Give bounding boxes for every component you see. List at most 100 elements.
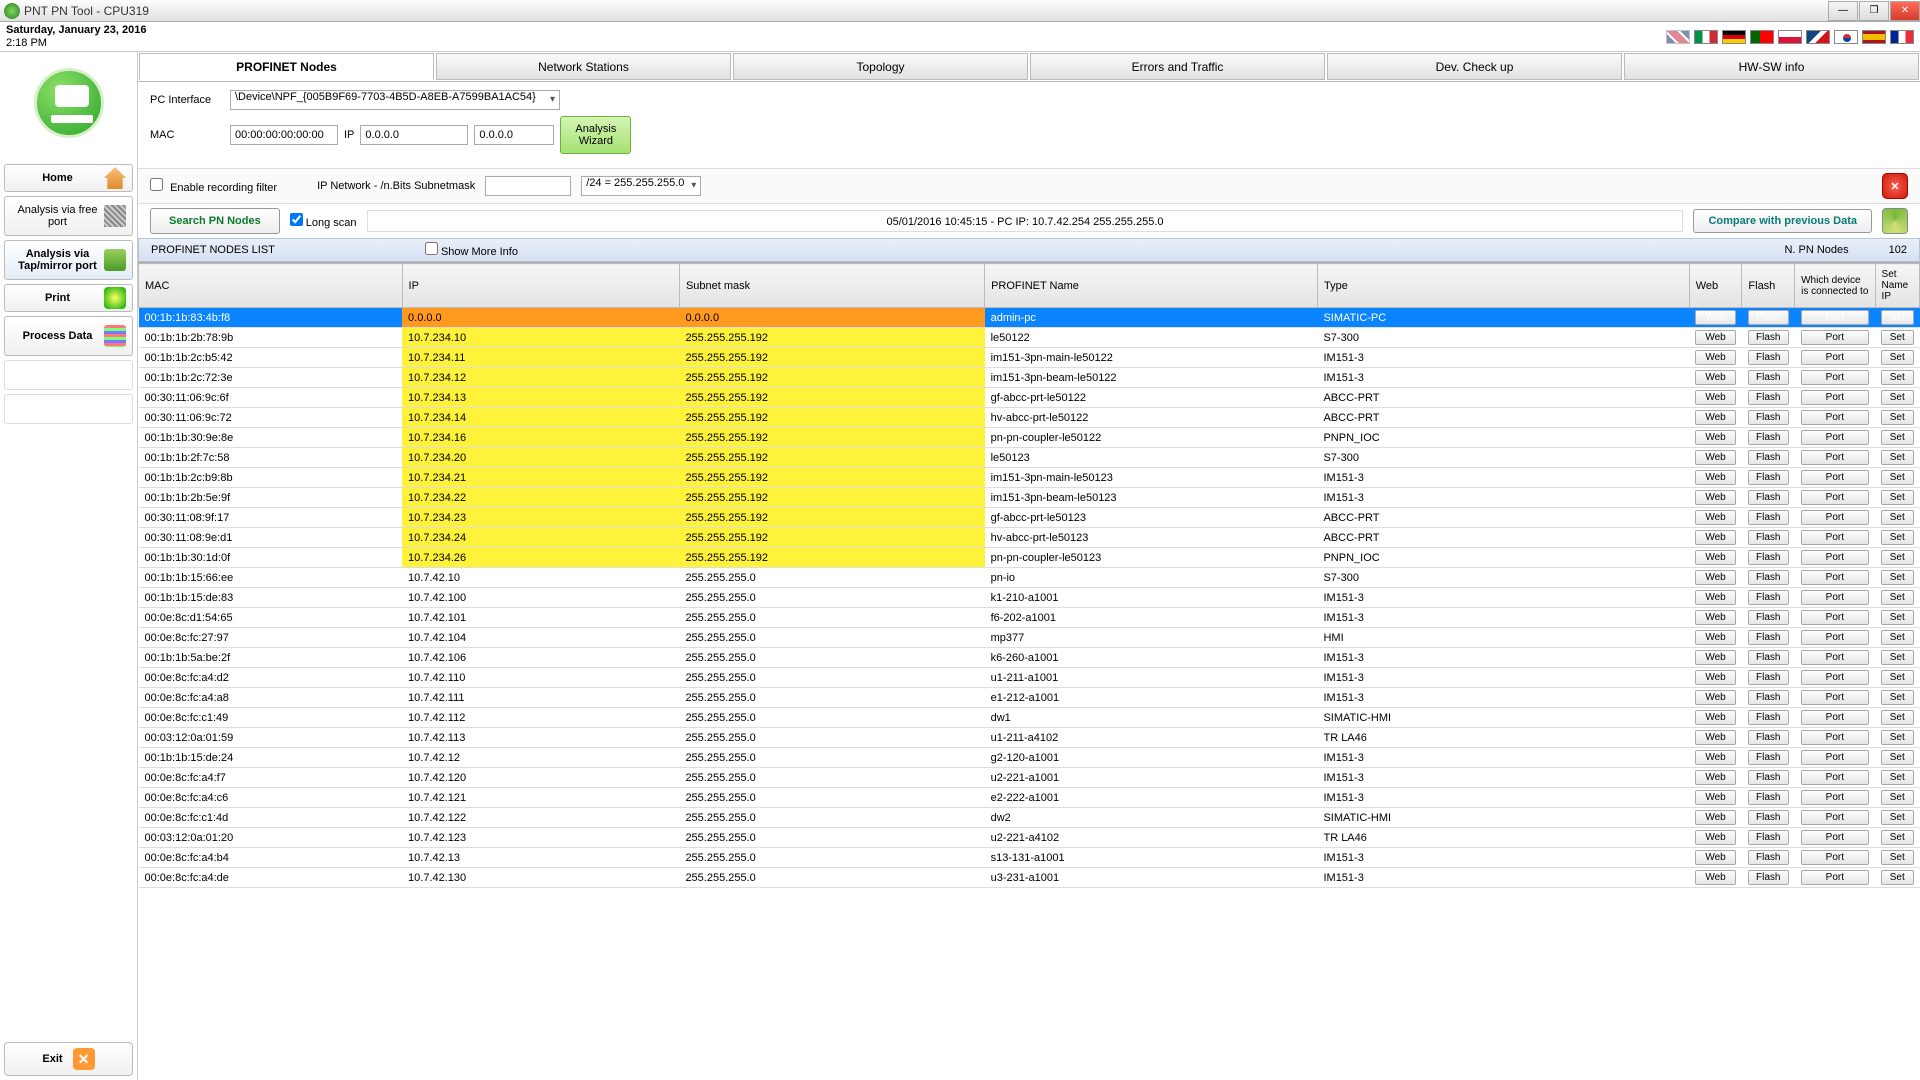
web-button[interactable]: Web bbox=[1695, 830, 1736, 845]
home-button[interactable]: Home bbox=[4, 164, 133, 192]
port-button[interactable]: Port bbox=[1801, 590, 1869, 605]
analysis-free-port-button[interactable]: Analysis via free port bbox=[4, 196, 133, 236]
port-button[interactable]: Port bbox=[1801, 770, 1869, 785]
web-button[interactable]: Web bbox=[1695, 310, 1736, 325]
tab-hw-sw-info[interactable]: HW-SW info bbox=[1624, 53, 1919, 80]
table-row[interactable]: 00:0e:8c:fc:c1:4d10.7.42.122255.255.255.… bbox=[139, 808, 1920, 828]
table-row[interactable]: 00:1b:1b:30:1d:0f10.7.234.26255.255.255.… bbox=[139, 548, 1920, 568]
flag-fr-icon[interactable] bbox=[1890, 30, 1914, 44]
refresh-icon[interactable] bbox=[1882, 208, 1908, 234]
table-row[interactable]: 00:0e:8c:fc:a4:b410.7.42.13255.255.255.0… bbox=[139, 848, 1920, 868]
port-button[interactable]: Port bbox=[1801, 390, 1869, 405]
web-button[interactable]: Web bbox=[1695, 690, 1736, 705]
set-button[interactable]: Set bbox=[1881, 710, 1913, 725]
tab-dev-checkup[interactable]: Dev. Check up bbox=[1327, 53, 1622, 80]
port-button[interactable]: Port bbox=[1801, 470, 1869, 485]
table-row[interactable]: 00:0e:8c:fc:a4:f710.7.42.120255.255.255.… bbox=[139, 768, 1920, 788]
port-button[interactable]: Port bbox=[1801, 370, 1869, 385]
flash-button[interactable]: Flash bbox=[1748, 670, 1789, 685]
flash-button[interactable]: Flash bbox=[1748, 690, 1789, 705]
set-button[interactable]: Set bbox=[1881, 830, 1913, 845]
long-scan-checkbox[interactable]: Long scan bbox=[290, 213, 357, 229]
flag-pl-icon[interactable] bbox=[1778, 30, 1802, 44]
port-button[interactable]: Port bbox=[1801, 530, 1869, 545]
web-button[interactable]: Web bbox=[1695, 610, 1736, 625]
flash-button[interactable]: Flash bbox=[1748, 510, 1789, 525]
flash-button[interactable]: Flash bbox=[1748, 730, 1789, 745]
web-button[interactable]: Web bbox=[1695, 410, 1736, 425]
table-row[interactable]: 00:0e:8c:fc:c1:4910.7.42.112255.255.255.… bbox=[139, 708, 1920, 728]
table-row[interactable]: 00:1b:1b:30:9e:8e10.7.234.16255.255.255.… bbox=[139, 428, 1920, 448]
mac-input[interactable] bbox=[230, 125, 338, 145]
flash-button[interactable]: Flash bbox=[1748, 370, 1789, 385]
table-row[interactable]: 00:1b:1b:2c:b9:8b10.7.234.21255.255.255.… bbox=[139, 468, 1920, 488]
set-button[interactable]: Set bbox=[1881, 630, 1913, 645]
flag-cz-icon[interactable] bbox=[1806, 30, 1830, 44]
col-web[interactable]: Web bbox=[1689, 264, 1742, 308]
port-button[interactable]: Port bbox=[1801, 790, 1869, 805]
port-button[interactable]: Port bbox=[1801, 430, 1869, 445]
set-button[interactable]: Set bbox=[1881, 850, 1913, 865]
table-row[interactable]: 00:0e:8c:d1:54:6510.7.42.101255.255.255.… bbox=[139, 608, 1920, 628]
flash-button[interactable]: Flash bbox=[1748, 410, 1789, 425]
flag-de-icon[interactable] bbox=[1722, 30, 1746, 44]
web-button[interactable]: Web bbox=[1695, 490, 1736, 505]
set-button[interactable]: Set bbox=[1881, 670, 1913, 685]
table-row[interactable]: 00:0e:8c:fc:27:9710.7.42.104255.255.255.… bbox=[139, 628, 1920, 648]
port-button[interactable]: Port bbox=[1801, 450, 1869, 465]
web-button[interactable]: Web bbox=[1695, 730, 1736, 745]
flag-es-icon[interactable] bbox=[1862, 30, 1886, 44]
flash-button[interactable]: Flash bbox=[1748, 430, 1789, 445]
flag-uk-icon[interactable] bbox=[1666, 30, 1690, 44]
web-button[interactable]: Web bbox=[1695, 750, 1736, 765]
port-button[interactable]: Port bbox=[1801, 330, 1869, 345]
col-name[interactable]: PROFINET Name bbox=[985, 264, 1318, 308]
tab-network-stations[interactable]: Network Stations bbox=[436, 53, 731, 80]
tab-errors-traffic[interactable]: Errors and Traffic bbox=[1030, 53, 1325, 80]
flash-button[interactable]: Flash bbox=[1748, 550, 1789, 565]
web-button[interactable]: Web bbox=[1695, 570, 1736, 585]
port-button[interactable]: Port bbox=[1801, 310, 1869, 325]
flash-button[interactable]: Flash bbox=[1748, 830, 1789, 845]
search-pn-nodes-button[interactable]: Search PN Nodes bbox=[150, 208, 280, 234]
flash-button[interactable]: Flash bbox=[1748, 810, 1789, 825]
port-button[interactable]: Port bbox=[1801, 750, 1869, 765]
port-button[interactable]: Port bbox=[1801, 410, 1869, 425]
port-button[interactable]: Port bbox=[1801, 350, 1869, 365]
flash-button[interactable]: Flash bbox=[1748, 490, 1789, 505]
web-button[interactable]: Web bbox=[1695, 590, 1736, 605]
set-button[interactable]: Set bbox=[1881, 870, 1913, 885]
table-row[interactable]: 00:0e:8c:fc:a4:c610.7.42.121255.255.255.… bbox=[139, 788, 1920, 808]
web-button[interactable]: Web bbox=[1695, 630, 1736, 645]
table-row[interactable]: 00:0e:8c:fc:a4:d210.7.42.110255.255.255.… bbox=[139, 668, 1920, 688]
web-button[interactable]: Web bbox=[1695, 770, 1736, 785]
web-button[interactable]: Web bbox=[1695, 650, 1736, 665]
subnet-mask-select[interactable]: /24 = 255.255.255.0 bbox=[581, 176, 701, 196]
flag-kr-icon[interactable] bbox=[1834, 30, 1858, 44]
table-row[interactable]: 00:1b:1b:2c:b5:4210.7.234.11255.255.255.… bbox=[139, 348, 1920, 368]
tab-topology[interactable]: Topology bbox=[733, 53, 1028, 80]
port-button[interactable]: Port bbox=[1801, 490, 1869, 505]
set-button[interactable]: Set bbox=[1881, 690, 1913, 705]
table-row[interactable]: 00:0e:8c:fc:a4:de10.7.42.130255.255.255.… bbox=[139, 868, 1920, 888]
web-button[interactable]: Web bbox=[1695, 350, 1736, 365]
port-button[interactable]: Port bbox=[1801, 570, 1869, 585]
set-button[interactable]: Set bbox=[1881, 330, 1913, 345]
set-button[interactable]: Set bbox=[1881, 390, 1913, 405]
port-button[interactable]: Port bbox=[1801, 510, 1869, 525]
flash-button[interactable]: Flash bbox=[1748, 850, 1789, 865]
set-button[interactable]: Set bbox=[1881, 810, 1913, 825]
flash-button[interactable]: Flash bbox=[1748, 310, 1789, 325]
table-row[interactable]: 00:30:11:08:9e:d110.7.234.24255.255.255.… bbox=[139, 528, 1920, 548]
port-button[interactable]: Port bbox=[1801, 870, 1869, 885]
port-button[interactable]: Port bbox=[1801, 650, 1869, 665]
flash-button[interactable]: Flash bbox=[1748, 350, 1789, 365]
table-row[interactable]: 00:30:11:08:9f:1710.7.234.23255.255.255.… bbox=[139, 508, 1920, 528]
web-button[interactable]: Web bbox=[1695, 790, 1736, 805]
clear-button[interactable]: ✕ bbox=[1882, 173, 1908, 199]
port-button[interactable]: Port bbox=[1801, 850, 1869, 865]
flag-it-icon[interactable] bbox=[1694, 30, 1718, 44]
table-row[interactable]: 00:0e:8c:fc:a4:a810.7.42.111255.255.255.… bbox=[139, 688, 1920, 708]
web-button[interactable]: Web bbox=[1695, 470, 1736, 485]
web-button[interactable]: Web bbox=[1695, 430, 1736, 445]
